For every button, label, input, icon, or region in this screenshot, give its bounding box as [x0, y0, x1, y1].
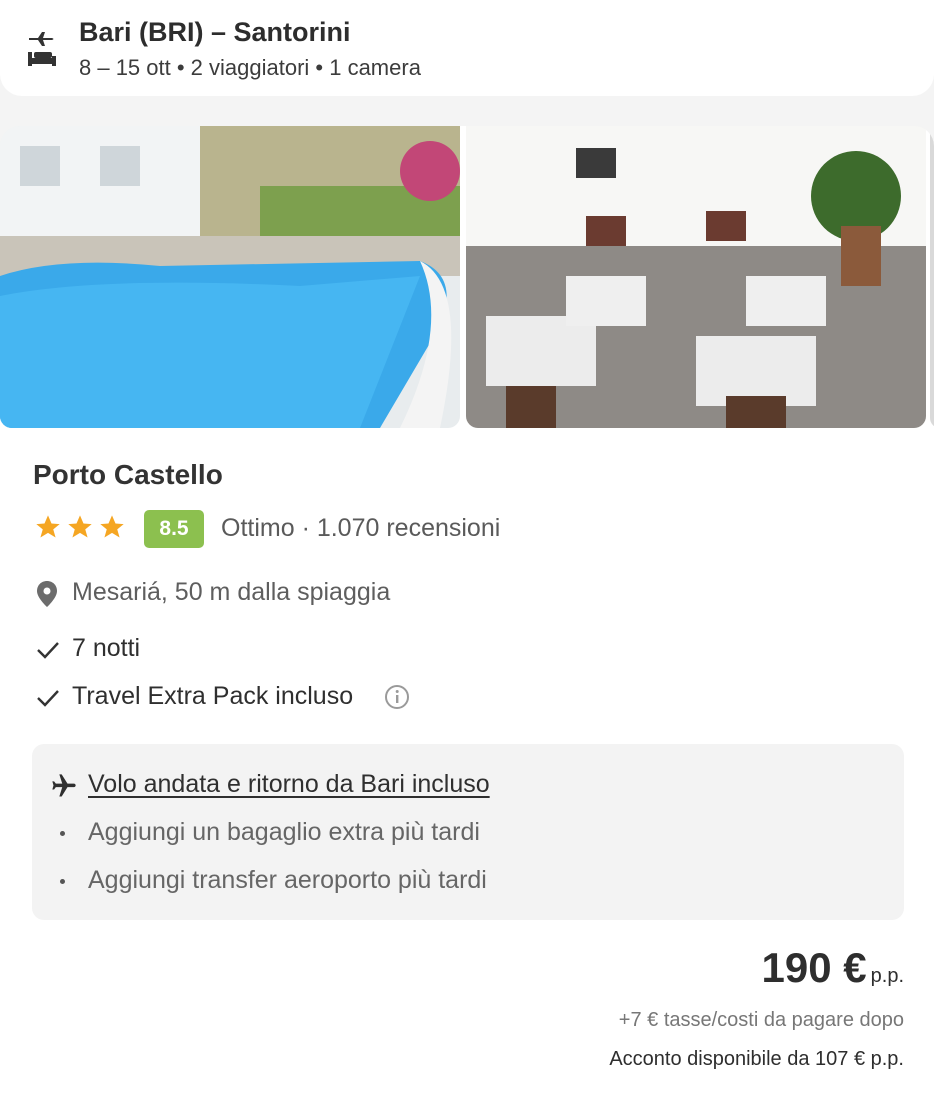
flight-hotel-icon: [26, 28, 58, 68]
price-amount: 190 €: [761, 944, 867, 991]
price-fees: +7 € tasse/costi da pagare dopo: [618, 1009, 904, 1031]
pool-photo[interactable]: [0, 126, 460, 428]
price: 190 € p.p.: [762, 944, 904, 992]
rating-badge: 8.5: [144, 510, 204, 548]
bullet-dot: [60, 879, 65, 884]
next-photo-peek: [930, 126, 934, 428]
dining-room-photo[interactable]: [466, 126, 926, 428]
trip-details: 8 – 15 ott • 2 viaggiatori • 1 camera: [79, 55, 421, 80]
search-summary-card[interactable]: Bari (BRI) – Santorini 8 – 15 ott • 2 vi…: [0, 0, 934, 96]
check-icon: [36, 688, 60, 708]
feature-nights: 7 notti: [72, 634, 141, 662]
info-icon[interactable]: [384, 684, 410, 710]
trip-route: Bari (BRI) – Santorini: [79, 17, 351, 47]
rating-text: Ottimo · 1.070 recensioni: [221, 514, 501, 542]
price-deposit: Acconto disponibile da 107 € p.p.: [609, 1048, 904, 1070]
flight-info-box: Volo andata e ritorno da Bari incluso Ag…: [32, 744, 904, 920]
price-unit: p.p.: [870, 965, 904, 987]
star-icon: [68, 515, 92, 538]
star-rating: [34, 513, 126, 541]
flight-item-extra-baggage: Aggiungi un bagaglio extra più tardi: [88, 818, 480, 846]
hotel-name[interactable]: Porto Castello: [33, 459, 223, 491]
flight-included-link[interactable]: Volo andata e ritorno da Bari incluso: [88, 770, 490, 799]
star-icon: [36, 515, 60, 538]
feature-travel-extra-pack: Travel Extra Pack incluso: [72, 682, 354, 710]
check-icon: [36, 640, 60, 660]
flight-item-airport-transfer: Aggiungi transfer aeroporto più tardi: [88, 866, 487, 894]
location-pin-icon: [36, 580, 58, 608]
hotel-result-card[interactable]: Porto Castello 8.5 Ottimo · 1.070 recens…: [0, 126, 934, 1110]
hotel-location: Mesariá, 50 m dalla spiaggia: [72, 578, 391, 606]
star-icon: [100, 515, 124, 538]
bullet-dot: [60, 831, 65, 836]
plane-icon: [50, 772, 78, 800]
